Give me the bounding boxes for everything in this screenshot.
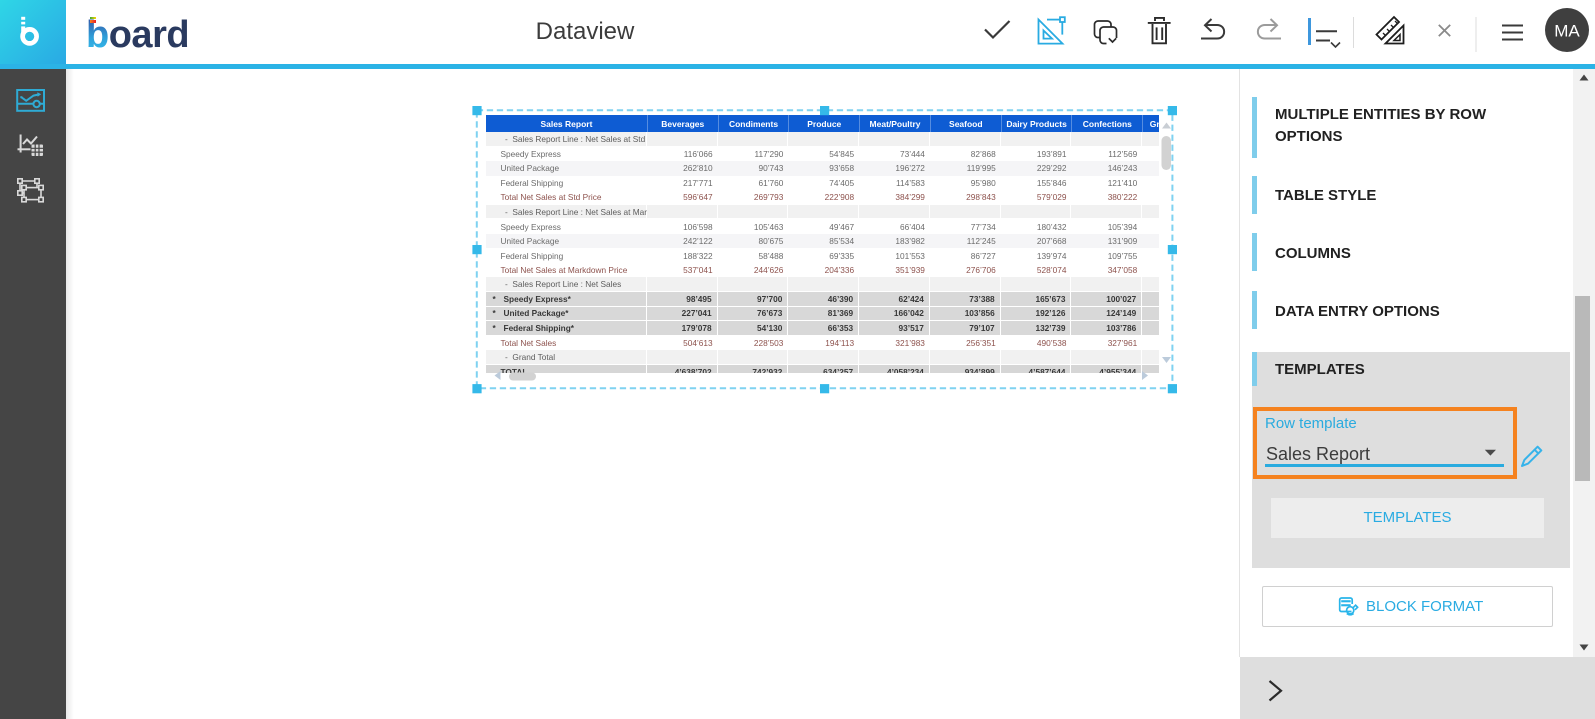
svg-text:MA: MA — [1554, 22, 1580, 41]
